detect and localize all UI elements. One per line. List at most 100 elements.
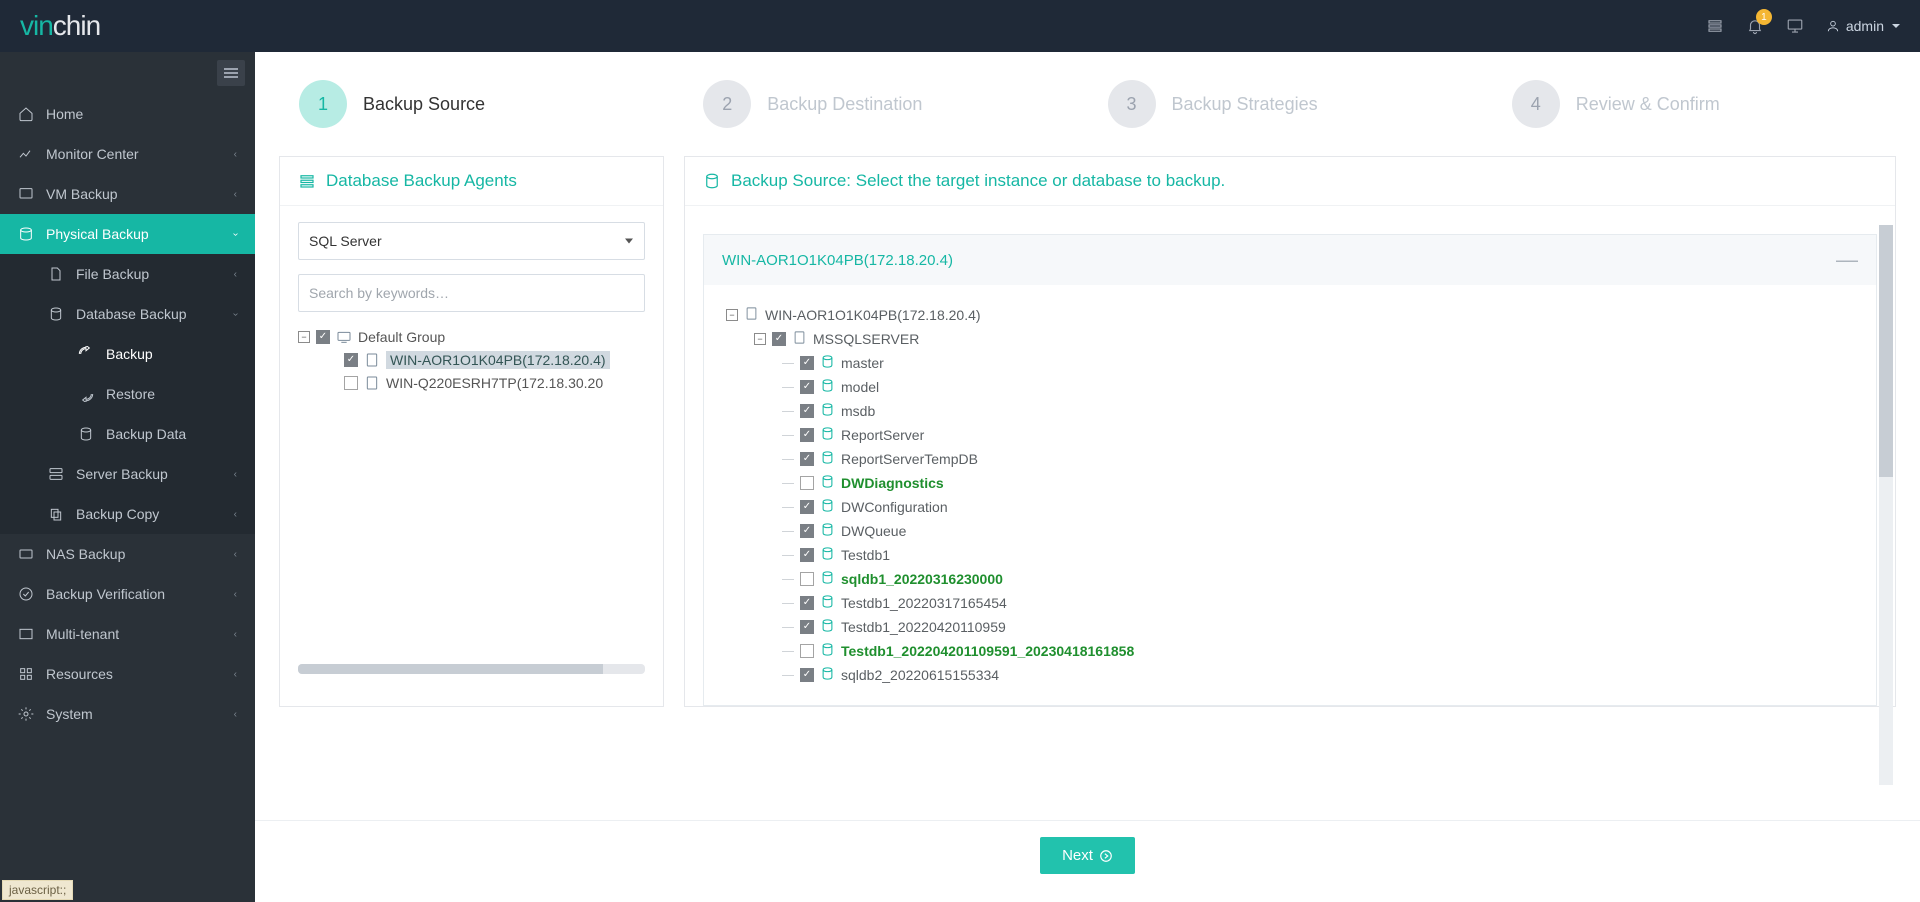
sidebar-item-database-backup[interactable]: Database Backup ‹ bbox=[0, 294, 255, 334]
instance-icon bbox=[792, 330, 807, 348]
top-header: vinchin 1 admin bbox=[0, 0, 1920, 52]
db-label: MSSQLSERVER bbox=[813, 331, 919, 347]
db-item[interactable]: Testdb1_202204201109591_20230418161858 bbox=[726, 639, 1854, 663]
sidebar-item-server-backup[interactable]: Server Backup ‹ bbox=[0, 454, 255, 494]
checkbox[interactable] bbox=[800, 428, 814, 442]
checkbox[interactable] bbox=[800, 668, 814, 682]
checkbox[interactable] bbox=[800, 572, 814, 586]
chevron-right-icon: ‹ bbox=[234, 589, 237, 600]
target-box: WIN-AOR1O1K04PB(172.18.20.4) — − WIN-AOR… bbox=[703, 234, 1877, 706]
checkbox[interactable] bbox=[800, 476, 814, 490]
db-item[interactable]: DWConfiguration bbox=[726, 495, 1854, 519]
dbtype-select[interactable]: SQL Server bbox=[298, 222, 645, 260]
checkbox[interactable] bbox=[344, 376, 358, 390]
database-icon bbox=[820, 354, 835, 372]
sidebar-item-multitenant[interactable]: Multi-tenant ‹ bbox=[0, 614, 255, 654]
tree-host-1[interactable]: WIN-AOR1O1K04PB(172.18.20.4) bbox=[298, 348, 645, 372]
sidebar-item-vmbackup[interactable]: VM Backup ‹ bbox=[0, 174, 255, 214]
source-panel-head: Backup Source: Select the target instanc… bbox=[685, 157, 1895, 206]
sidebar-item-file-backup[interactable]: File Backup ‹ bbox=[0, 254, 255, 294]
db-tree-instance[interactable]: − MSSQLSERVER bbox=[726, 327, 1854, 351]
checkbox[interactable] bbox=[772, 332, 786, 346]
sidebar-item-system[interactable]: System ‹ bbox=[0, 694, 255, 734]
db-item[interactable]: ReportServerTempDB bbox=[726, 447, 1854, 471]
checkbox[interactable] bbox=[800, 644, 814, 658]
agents-tree: − Default Group WIN-AOR1O1K04PB(172.18.2… bbox=[298, 326, 645, 394]
db-item[interactable]: DWDiagnostics bbox=[726, 471, 1854, 495]
db-item[interactable]: ReportServer bbox=[726, 423, 1854, 447]
check-icon bbox=[18, 586, 34, 602]
sidebar-label: Backup Data bbox=[106, 426, 186, 442]
next-button[interactable]: Next bbox=[1040, 837, 1135, 874]
collapse-icon[interactable]: — bbox=[1836, 249, 1858, 271]
tree-group[interactable]: − Default Group bbox=[298, 326, 645, 348]
db-item[interactable]: Testdb1_20220420110959 bbox=[726, 615, 1854, 639]
restore-icon bbox=[78, 386, 94, 402]
sidebar-item-home[interactable]: Home bbox=[0, 94, 255, 134]
agents-search[interactable] bbox=[298, 274, 645, 312]
nas-icon bbox=[18, 546, 34, 562]
bell-icon[interactable]: 1 bbox=[1746, 17, 1764, 35]
target-head[interactable]: WIN-AOR1O1K04PB(172.18.20.4) — bbox=[704, 235, 1876, 285]
chevron-right-icon: ‹ bbox=[234, 549, 237, 560]
step-4[interactable]: 4 Review & Confirm bbox=[1512, 80, 1876, 128]
checkbox[interactable] bbox=[800, 620, 814, 634]
collapse-icon[interactable]: − bbox=[298, 331, 310, 343]
sidebar-item-nas-backup[interactable]: NAS Backup ‹ bbox=[0, 534, 255, 574]
db-label: DWConfiguration bbox=[841, 499, 948, 515]
checkbox[interactable] bbox=[800, 524, 814, 538]
user-menu[interactable]: admin bbox=[1826, 18, 1900, 34]
db-item[interactable]: model bbox=[726, 375, 1854, 399]
db-item[interactable]: sqldb1_20220316230000 bbox=[726, 567, 1854, 591]
list-icon[interactable] bbox=[1706, 17, 1724, 35]
sidebar-label: Database Backup bbox=[76, 306, 187, 322]
sidebar-toggle[interactable] bbox=[217, 60, 245, 86]
tree-host-2[interactable]: WIN-Q220ESRH7TP(172.18.30.20 bbox=[298, 372, 645, 394]
step-1[interactable]: 1 Backup Source bbox=[299, 80, 663, 128]
step-2[interactable]: 2 Backup Destination bbox=[703, 80, 1067, 128]
group-icon bbox=[336, 329, 352, 345]
source-panel-title: Backup Source: Select the target instanc… bbox=[731, 171, 1225, 191]
db-item[interactable]: Testdb1 bbox=[726, 543, 1854, 567]
checkbox[interactable] bbox=[800, 452, 814, 466]
arrow-right-icon bbox=[1099, 849, 1113, 863]
checkbox[interactable] bbox=[344, 353, 358, 367]
agents-tree-scrollbar[interactable] bbox=[298, 664, 645, 674]
content-scrollbar[interactable] bbox=[1879, 225, 1893, 785]
sidebar-item-monitor[interactable]: Monitor Center ‹ bbox=[0, 134, 255, 174]
checkbox[interactable] bbox=[800, 356, 814, 370]
agents-panel-title: Database Backup Agents bbox=[326, 171, 517, 191]
sidebar-item-restore[interactable]: Restore bbox=[0, 374, 255, 414]
db-item[interactable]: DWQueue bbox=[726, 519, 1854, 543]
checkbox[interactable] bbox=[800, 380, 814, 394]
sidebar-item-backup-data[interactable]: Backup Data bbox=[0, 414, 255, 454]
step-label: Backup Destination bbox=[767, 94, 922, 115]
sidebar-item-resources[interactable]: Resources ‹ bbox=[0, 654, 255, 694]
db-label: Testdb1_20220317165454 bbox=[841, 595, 1007, 611]
checkbox[interactable] bbox=[800, 404, 814, 418]
monitor-icon[interactable] bbox=[1786, 17, 1804, 35]
sidebar-label: Backup bbox=[106, 346, 153, 362]
chevron-right-icon: ‹ bbox=[234, 629, 237, 640]
checkbox[interactable] bbox=[800, 596, 814, 610]
checkbox[interactable] bbox=[316, 330, 330, 344]
sidebar-label: VM Backup bbox=[46, 186, 118, 202]
database-icon bbox=[820, 450, 835, 468]
checkbox[interactable] bbox=[800, 500, 814, 514]
db-item[interactable]: master bbox=[726, 351, 1854, 375]
tree-label: WIN-AOR1O1K04PB(172.18.20.4) bbox=[386, 351, 610, 369]
step-3[interactable]: 3 Backup Strategies bbox=[1108, 80, 1472, 128]
checkbox[interactable] bbox=[800, 548, 814, 562]
sidebar-item-backup-copy[interactable]: Backup Copy ‹ bbox=[0, 494, 255, 534]
db-item[interactable]: Testdb1_20220317165454 bbox=[726, 591, 1854, 615]
agents-panel: Database Backup Agents SQL Server − bbox=[279, 156, 664, 707]
collapse-icon[interactable]: − bbox=[754, 333, 766, 345]
db-tree-root[interactable]: − WIN-AOR1O1K04PB(172.18.20.4) bbox=[726, 303, 1854, 327]
sidebar-item-backup[interactable]: Backup bbox=[0, 334, 255, 374]
db-label: sqldb1_20220316230000 bbox=[841, 571, 1003, 587]
collapse-icon[interactable]: − bbox=[726, 309, 738, 321]
db-item[interactable]: sqldb2_20220615155334 bbox=[726, 663, 1854, 687]
db-item[interactable]: msdb bbox=[726, 399, 1854, 423]
sidebar-item-physical-backup[interactable]: Physical Backup ‹ bbox=[0, 214, 255, 254]
sidebar-item-verification[interactable]: Backup Verification ‹ bbox=[0, 574, 255, 614]
